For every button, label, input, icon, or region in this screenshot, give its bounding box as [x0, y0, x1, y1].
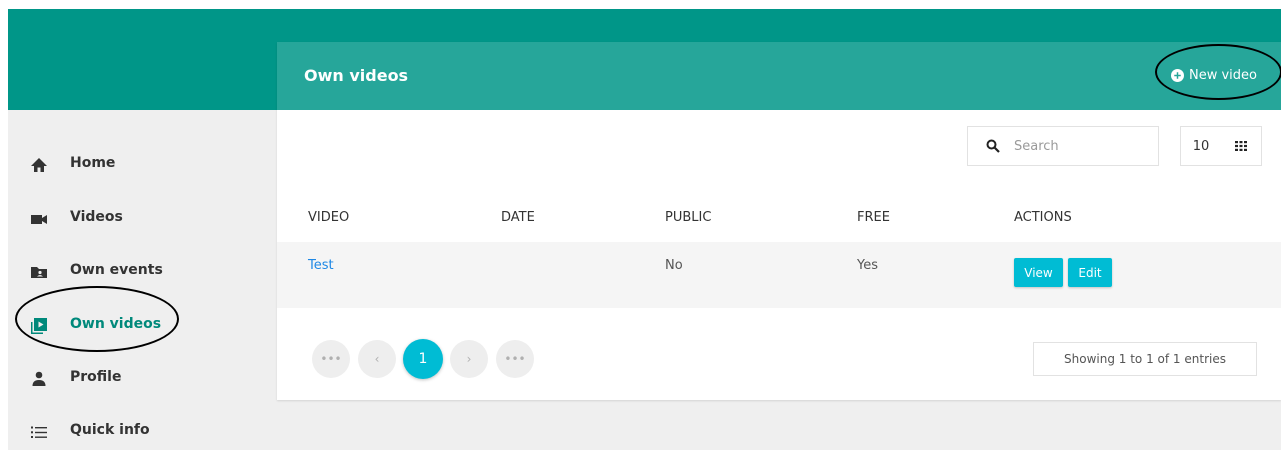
app-page: Home Videos Own events Own videos Profil… — [0, 0, 1281, 450]
page-title: Own videos — [304, 66, 409, 85]
sidebar-item-label: Videos — [70, 209, 123, 225]
free-cell: Yes — [857, 258, 878, 273]
folder-user-icon — [31, 267, 47, 278]
edit-button[interactable]: Edit — [1068, 258, 1112, 287]
column-header-public[interactable]: PUBLIC — [665, 210, 711, 225]
sidebar-item-own-videos[interactable]: Own videos — [8, 308, 277, 342]
video-library-icon — [31, 318, 47, 334]
column-header-video[interactable]: VIDEO — [308, 210, 349, 225]
page-size-control: 10 — [1180, 126, 1262, 166]
list-icon — [31, 426, 47, 438]
sidebar-item-label: Own videos — [70, 316, 162, 332]
sidebar-item-label: Home — [70, 155, 116, 171]
pagination-first-button[interactable]: ••• — [312, 340, 350, 378]
new-video-label: New video — [1189, 67, 1257, 83]
pagination-last-button[interactable]: ••• — [496, 340, 534, 378]
card-header: Own videos New video — [277, 42, 1281, 110]
video-camera-icon — [31, 215, 47, 224]
sidebar-item-videos[interactable]: Videos — [8, 201, 277, 235]
search-icon — [986, 139, 1000, 153]
table-row: Test No Yes View Edit — [277, 242, 1281, 308]
sidebar-item-label: Profile — [70, 369, 122, 385]
pagination-next-button[interactable]: › — [450, 340, 488, 378]
entries-info: Showing 1 to 1 of 1 entries — [1033, 342, 1257, 376]
person-icon — [32, 371, 46, 386]
home-icon — [31, 158, 47, 172]
pagination-prev-button[interactable]: ‹ — [358, 340, 396, 378]
column-toggle-button[interactable] — [1221, 127, 1261, 165]
sidebar-item-own-events[interactable]: Own events — [8, 254, 277, 288]
sidebar: Home Videos Own events Own videos Profil… — [8, 110, 277, 450]
view-button[interactable]: View — [1014, 258, 1063, 287]
sidebar-item-home[interactable]: Home — [8, 147, 277, 181]
own-videos-card: Own videos New video 10 VIDEO DATE PUBLI… — [277, 42, 1281, 400]
sidebar-item-profile[interactable]: Profile — [8, 361, 277, 395]
sidebar-item-quick-info[interactable]: Quick info — [8, 414, 277, 448]
pagination-page-1[interactable]: 1 — [403, 339, 443, 379]
public-cell: No — [665, 258, 683, 273]
column-header-date[interactable]: DATE — [501, 210, 535, 225]
sidebar-item-label: Quick info — [70, 422, 150, 438]
grid-icon — [1235, 141, 1247, 151]
search-input[interactable] — [1014, 135, 1149, 157]
new-video-button[interactable]: New video — [1171, 65, 1257, 85]
column-header-actions: ACTIONS — [1014, 210, 1072, 225]
column-header-free[interactable]: FREE — [857, 210, 890, 225]
video-title-link[interactable]: Test — [308, 258, 334, 273]
plus-circle-icon — [1171, 68, 1184, 82]
sidebar-item-label: Own events — [70, 262, 163, 278]
page-size-select[interactable]: 10 — [1181, 127, 1221, 165]
search-box — [967, 126, 1159, 166]
